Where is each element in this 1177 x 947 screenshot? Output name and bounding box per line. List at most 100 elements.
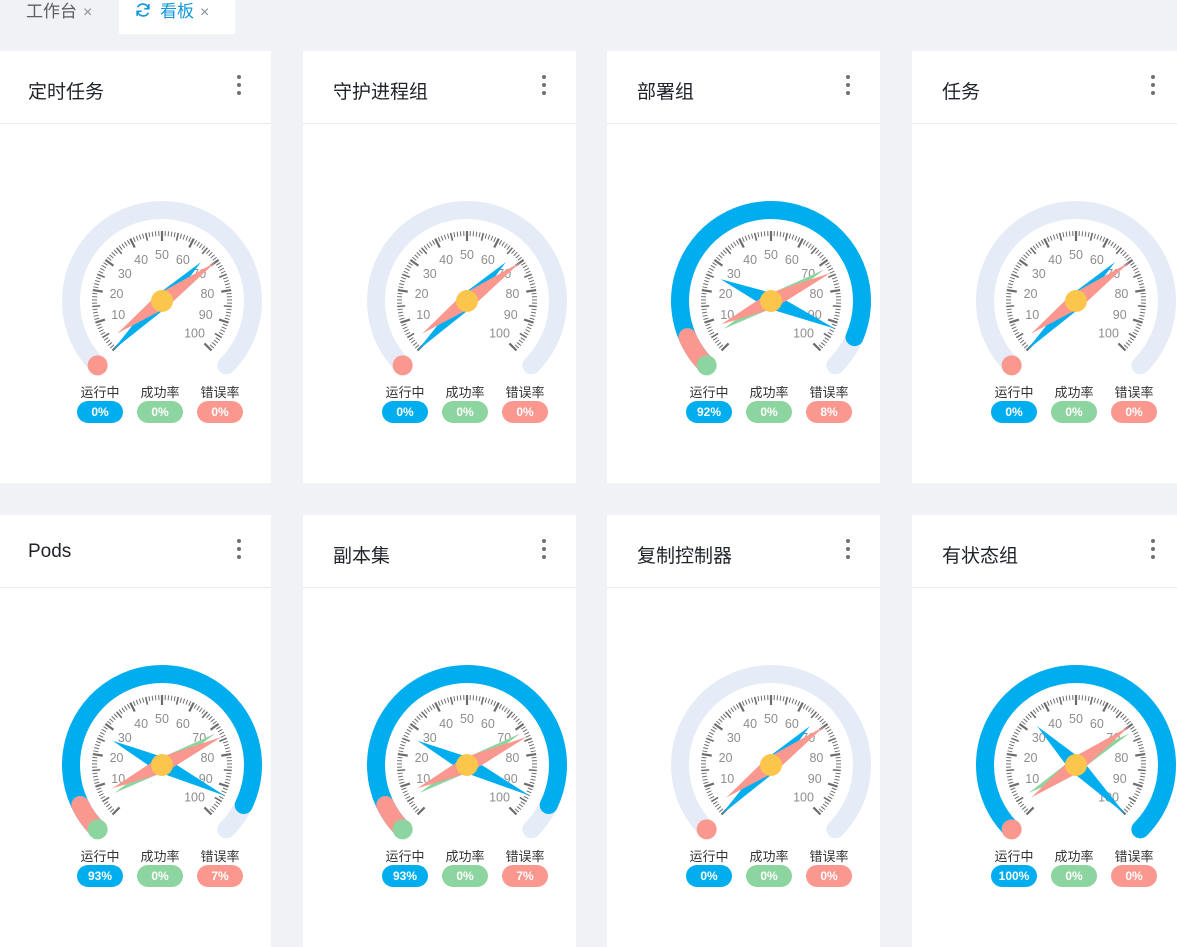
- card-header: 有状态组: [912, 515, 1177, 588]
- gauge-tick-label: 40: [743, 717, 757, 731]
- gauge-tick-label: 90: [504, 308, 518, 322]
- success-label: 成功率: [739, 846, 799, 865]
- gauge-tick-label: 60: [176, 717, 190, 731]
- error-badge: 0%: [1111, 865, 1157, 887]
- more-vertical-icon[interactable]: [842, 75, 854, 99]
- gauge-tick-label: 20: [415, 751, 429, 765]
- more-vertical-icon[interactable]: [538, 75, 550, 99]
- dashboard-card: 复制控制器 运行中 成功率 错误率 0% 0% 0% 1020304050607…: [607, 515, 880, 947]
- gauge-start-dot: [393, 355, 413, 375]
- gauge-tick-label: 20: [110, 751, 124, 765]
- card-header: 任务: [912, 51, 1177, 124]
- gauge-tick-label: 80: [505, 751, 519, 765]
- gauge-tick-label: 10: [1025, 772, 1039, 786]
- gauge-tick-label: 90: [1113, 772, 1127, 786]
- success-label: 成功率: [435, 382, 495, 401]
- gauge-tick-label: 100: [184, 327, 205, 341]
- success-label: 成功率: [1044, 846, 1104, 865]
- more-vertical-icon[interactable]: [233, 75, 245, 99]
- more-vertical-icon[interactable]: [1147, 75, 1159, 99]
- gauge-tick-label: 60: [785, 253, 799, 267]
- error-badge: 8%: [806, 401, 852, 423]
- gauge-chart: 102030405060708090100: [303, 124, 576, 379]
- gauge-chart: 102030405060708090100: [912, 588, 1177, 843]
- tab-dashboard[interactable]: 看板 ×: [119, 0, 235, 34]
- more-vertical-icon[interactable]: [842, 539, 854, 563]
- gauge-tick-label: 80: [505, 287, 519, 301]
- gauge-tick-label: 40: [439, 717, 453, 731]
- gauge-start-dot: [1002, 355, 1022, 375]
- gauge-tick-label: 100: [793, 791, 814, 805]
- gauge-tick-label: 20: [719, 751, 733, 765]
- success-badge: 0%: [137, 401, 183, 423]
- gauge-tick-label: 60: [176, 253, 190, 267]
- dashboard-card: 任务 运行中 成功率 错误率 0% 0% 0% 1020304050607080…: [912, 51, 1177, 483]
- gauge-tick-label: 50: [764, 712, 778, 726]
- gauge-tick-label: 40: [1048, 253, 1062, 267]
- running-badge: 93%: [77, 865, 123, 887]
- dashboard-card: 守护进程组 运行中 成功率 错误率 0% 0% 0% 1020304050607…: [303, 51, 576, 483]
- gauge-start-dot: [393, 819, 413, 839]
- gauge-tick-label: 30: [727, 267, 741, 281]
- gauge-tick-label: 30: [423, 731, 437, 745]
- running-label: 运行中: [679, 382, 739, 401]
- card-title: 副本集: [333, 541, 390, 568]
- gauge-tick-label: 20: [1024, 287, 1038, 301]
- gauge-tick-label: 60: [785, 717, 799, 731]
- running-label: 运行中: [70, 846, 130, 865]
- tab-workbench-label: 工作台: [26, 2, 77, 21]
- gauge-tick-label: 20: [1024, 751, 1038, 765]
- success-label: 成功率: [130, 382, 190, 401]
- success-badge: 0%: [442, 865, 488, 887]
- gauge-chart: 102030405060708090100: [912, 124, 1177, 379]
- tab-dashboard-label: 看板: [160, 2, 194, 21]
- gauge-start-dot: [88, 355, 108, 375]
- gauge-tick-label: 10: [111, 308, 125, 322]
- refresh-icon[interactable]: [134, 1, 152, 19]
- gauge-tick-label: 30: [118, 731, 132, 745]
- gauge-tick-label: 60: [1090, 717, 1104, 731]
- gauge-tick-label: 10: [1025, 308, 1039, 322]
- more-vertical-icon[interactable]: [233, 539, 245, 563]
- gauge-chart: 102030405060708090100: [0, 588, 271, 843]
- gauge-tick-label: 60: [481, 717, 495, 731]
- gauge-start-dot: [1002, 819, 1022, 839]
- tab-workbench[interactable]: 工作台 ×: [26, 0, 92, 34]
- dashboard-card: 定时任务 运行中 成功率 错误率 0% 0% 0% 10203040506070…: [0, 51, 271, 483]
- gauge-tick-label: 50: [1069, 712, 1083, 726]
- gauge-tick-label: 20: [719, 287, 733, 301]
- running-label: 运行中: [375, 846, 435, 865]
- gauge-tick-label: 50: [155, 712, 169, 726]
- gauge-start-dot: [697, 355, 717, 375]
- error-label: 错误率: [495, 846, 555, 865]
- card-title: 任务: [942, 77, 980, 104]
- dashboard-card: 部署组 运行中 成功率 错误率 92% 0% 8% 10203040506070…: [607, 51, 880, 483]
- running-badge: 0%: [686, 865, 732, 887]
- more-vertical-icon[interactable]: [1147, 539, 1159, 563]
- card-header: 守护进程组: [303, 51, 576, 124]
- card-title: 守护进程组: [333, 77, 428, 104]
- gauge-tick-label: 50: [764, 248, 778, 262]
- gauge-hub: [1065, 290, 1087, 312]
- error-label: 错误率: [190, 846, 250, 865]
- gauge-start-dot: [697, 819, 717, 839]
- error-label: 错误率: [799, 846, 859, 865]
- gauge-tick-label: 90: [808, 772, 822, 786]
- close-icon[interactable]: ×: [83, 4, 92, 21]
- more-vertical-icon[interactable]: [538, 539, 550, 563]
- gauge-chart: 102030405060708090100: [303, 588, 576, 843]
- running-label: 运行中: [375, 382, 435, 401]
- gauge-tick-label: 40: [743, 253, 757, 267]
- gauge-tick-label: 100: [793, 327, 814, 341]
- close-icon[interactable]: ×: [200, 4, 209, 21]
- gauge-tick-label: 50: [155, 248, 169, 262]
- gauge-chart: 102030405060708090100: [607, 124, 880, 379]
- running-badge: 0%: [77, 401, 123, 423]
- success-label: 成功率: [130, 846, 190, 865]
- gauge-tick-label: 50: [460, 712, 474, 726]
- gauge-tick-label: 40: [134, 253, 148, 267]
- running-label: 运行中: [984, 382, 1044, 401]
- dashboard-card: Pods 运行中 成功率 错误率 93% 0% 7% 1020304050607…: [0, 515, 271, 947]
- gauge-tick-label: 100: [1098, 327, 1119, 341]
- error-label: 错误率: [495, 382, 555, 401]
